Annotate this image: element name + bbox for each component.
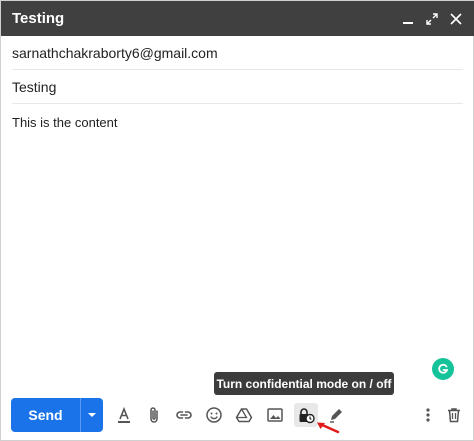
send-button[interactable]: Send: [11, 398, 80, 432]
red-arrow-icon: [314, 419, 340, 435]
drive-icon[interactable]: [232, 403, 256, 427]
compose-window: Testing sarnathchakraborty6@gmail.com Te…: [0, 0, 474, 441]
emoji-icon[interactable]: [202, 403, 226, 427]
link-icon[interactable]: [172, 403, 196, 427]
more-options-icon[interactable]: [416, 403, 440, 427]
compose-title: Testing: [12, 10, 65, 27]
grammarly-icon[interactable]: [432, 358, 454, 380]
photo-icon[interactable]: [263, 403, 287, 427]
send-options-icon[interactable]: [81, 398, 103, 432]
minimize-icon[interactable]: [397, 8, 419, 30]
message-body[interactable]: This is the content: [12, 115, 118, 130]
fullscreen-icon[interactable]: [421, 8, 443, 30]
subject-field[interactable]: Testing: [12, 70, 463, 104]
close-icon[interactable]: [445, 8, 467, 30]
to-field[interactable]: sarnathchakraborty6@gmail.com: [12, 36, 463, 70]
attach-icon[interactable]: [142, 403, 166, 427]
send-button-group: Send: [11, 398, 103, 432]
confidential-tooltip: Turn confidential mode on / off: [214, 372, 394, 395]
compose-header: Testing: [1, 1, 474, 36]
formatting-icon[interactable]: [112, 403, 136, 427]
discard-icon[interactable]: [442, 403, 466, 427]
